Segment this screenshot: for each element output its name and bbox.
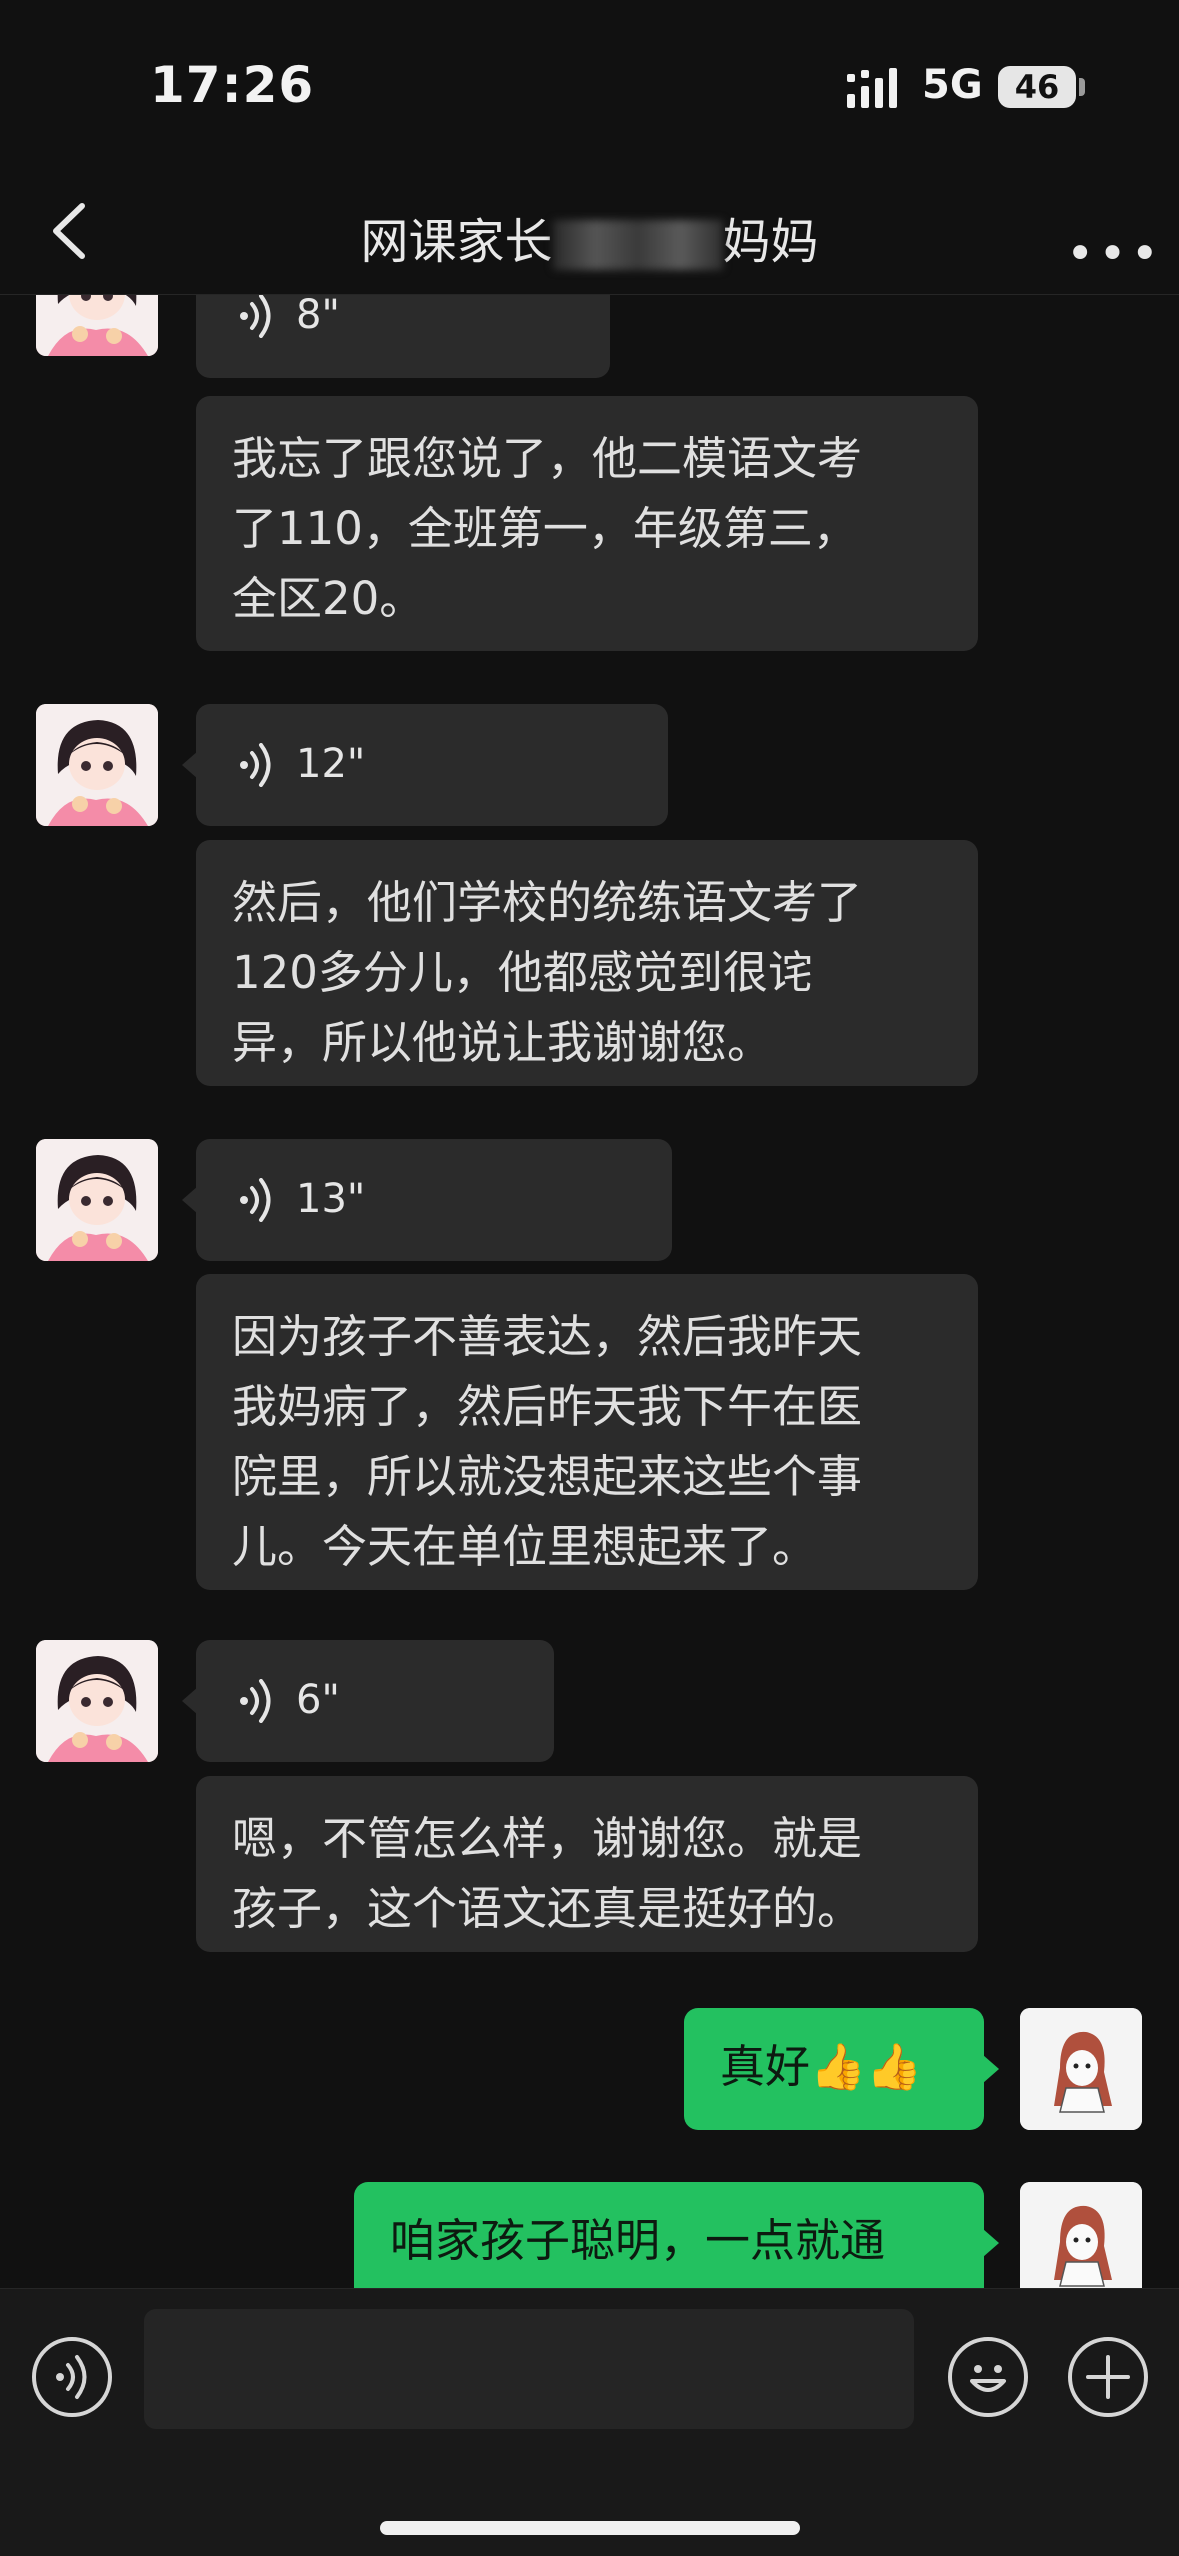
contact-avatar[interactable] [36, 1139, 158, 1261]
voice-message[interactable]: 13" [182, 1139, 672, 1261]
plus-icon[interactable] [1068, 2337, 1148, 2417]
voice-duration: 13" [296, 1176, 366, 1223]
text-message[interactable]: 嗯，不管怎么样，谢谢您。就是 孩子，这个语文还真是挺好的。 [196, 1776, 978, 1952]
voice-message[interactable]: 6" [182, 1640, 554, 1762]
hooded-figure-avatar-icon [1020, 2008, 1142, 2130]
chat-title-prefix: 网课家长 [360, 214, 553, 270]
voice-duration: 12" [296, 741, 366, 788]
my-avatar[interactable] [1020, 2182, 1142, 2288]
bubble-tail [182, 1186, 198, 1214]
message-text: 咱家孩子聪明，一点就通 [390, 2214, 886, 2267]
status-time: 17:26 [150, 56, 315, 114]
voice-wave-icon [240, 743, 271, 787]
bubble-tail [182, 751, 198, 779]
sent-text-message[interactable]: 真好👍👍 [684, 2008, 999, 2130]
voice-message[interactable]: 8" [196, 294, 610, 378]
text-message[interactable]: 然后，他们学校的统练语文考了 120多分儿，他都感觉到很诧 异，所以他说让我谢谢… [196, 840, 978, 1086]
more-dots-icon[interactable]: ••• [1066, 226, 1163, 282]
chat-title-suffix: 妈妈 [722, 214, 819, 270]
message-line: 我忘了跟您说了，他二模语文考 [232, 432, 863, 485]
message-line: 嗯，不管怎么样，谢谢您。就是 [232, 1812, 863, 1865]
redacted-name [552, 220, 723, 270]
bubble-tail [182, 1687, 198, 1715]
message-line: 120多分儿，他都感觉到很诧 [232, 946, 813, 999]
bubble-tail [983, 2229, 999, 2257]
voice-duration: 6" [296, 1677, 340, 1724]
voice-input-icon[interactable] [32, 2337, 112, 2417]
chat-title: 网课家长 妈妈 [0, 202, 1179, 272]
anime-girl-avatar-icon [36, 1640, 158, 1762]
chat-screen: 17:26 5G 46 网课家长 妈妈 ••• 8" 我忘了跟您说了，他二模语文… [0, 0, 1179, 2556]
home-indicator[interactable] [380, 2521, 800, 2535]
text-message[interactable]: 因为孩子不善表达，然后我昨天 我妈病了，然后昨天我下午在医 院里，所以就没想起来… [196, 1274, 978, 1590]
message-line: 然后，他们学校的统练语文考了 [232, 876, 863, 929]
input-bar [0, 2288, 1179, 2556]
message-line: 全区20。 [232, 572, 425, 625]
voice-duration: 8" [296, 294, 340, 339]
message-line: 儿。今天在单位里想起来了。 [232, 1520, 818, 1573]
signal-icon [847, 68, 897, 108]
message-input[interactable] [144, 2309, 914, 2429]
my-avatar[interactable] [1020, 2008, 1142, 2130]
message-line: 院里，所以就没想起来这些个事 [232, 1450, 863, 1503]
contact-avatar[interactable] [36, 1640, 158, 1762]
battery-icon: 46 [998, 66, 1076, 108]
message-line: 异，所以他说让我谢谢您。 [232, 1016, 773, 1069]
voice-wave-icon [240, 1679, 271, 1723]
voice-wave-icon [240, 1178, 271, 1222]
add-icon [1086, 2355, 1130, 2399]
anime-girl-avatar-icon [36, 1139, 158, 1261]
message-text: 真好👍👍 [720, 2040, 923, 2093]
smiley-icon [970, 2365, 1006, 2392]
anime-girl-avatar-icon [36, 294, 158, 356]
message-list[interactable]: 8" 我忘了跟您说了，他二模语文考 了110，全班第一，年级第三， 全区20。 [0, 294, 1179, 2288]
contact-avatar[interactable] [36, 294, 158, 356]
voice-wave-icon [240, 294, 271, 338]
bubble-tail [983, 2055, 999, 2083]
voice-message[interactable]: 12" [182, 704, 668, 826]
battery-level: 46 [1014, 68, 1060, 106]
message-line: 因为孩子不善表达，然后我昨天 [232, 1310, 863, 1363]
nav-bar: 网课家长 妈妈 ••• [0, 170, 1179, 295]
emoji-icon[interactable] [948, 2337, 1028, 2417]
sent-text-message[interactable]: 咱家孩子聪明，一点就通 [354, 2182, 999, 2288]
hooded-figure-avatar-icon [1020, 2182, 1142, 2288]
message-line: 了110，全班第一，年级第三， [232, 502, 858, 555]
anime-girl-avatar-icon [36, 704, 158, 826]
status-bar: 17:26 5G 46 [0, 0, 1179, 170]
text-message[interactable]: 我忘了跟您说了，他二模语文考 了110，全班第一，年级第三， 全区20。 [196, 396, 978, 651]
network-type: 5G [922, 62, 983, 108]
voice-wave-icon [56, 2355, 87, 2399]
message-line: 孩子，这个语文还真是挺好的。 [232, 1882, 863, 1935]
battery-tip [1079, 78, 1085, 96]
message-line: 我妈病了，然后昨天我下午在医 [232, 1380, 863, 1433]
contact-avatar[interactable] [36, 704, 158, 826]
